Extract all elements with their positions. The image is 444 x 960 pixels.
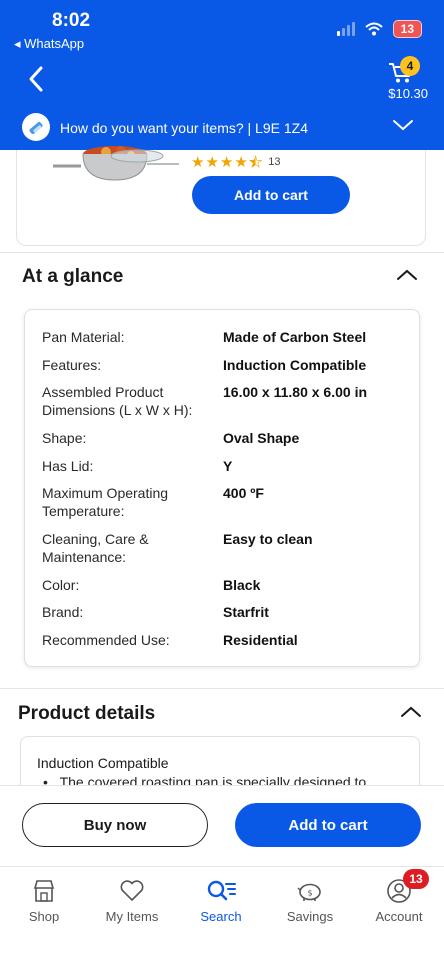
spec-label: Cleaning, Care & Maintenance: <box>42 531 149 565</box>
spec-value: Oval Shape <box>223 430 300 446</box>
spec-label: Features: <box>42 357 102 373</box>
tab-my-items[interactable]: My Items <box>92 877 172 924</box>
product-image <box>53 146 179 181</box>
star-icon: ★ <box>219 154 234 171</box>
star-icon: ★ <box>191 154 205 171</box>
heart-icon <box>120 880 144 901</box>
spec-value: 16.00 x 11.80 x 6.00 in <box>223 384 368 400</box>
cart-count-badge: 4 <box>400 56 420 76</box>
signal-icon <box>336 22 355 36</box>
star-icon: ★ <box>234 154 248 171</box>
cart-button[interactable]: 4 $10.30 <box>368 56 428 104</box>
cart-total: $10.30 <box>388 86 428 101</box>
spec-value: Induction Compatible <box>223 357 367 373</box>
spec-label: Assembled Product Dimensions (L x W x H)… <box>42 384 193 418</box>
spec-label: Color: <box>42 577 80 593</box>
product-details-title: Product details <box>18 703 156 724</box>
chevron-up-icon[interactable] <box>400 705 422 719</box>
specs-card: Pan Material: Made of Carbon Steel Featu… <box>24 309 420 667</box>
details-subtitle: Induction Compatible <box>37 755 169 771</box>
purchase-action-bar: Buy now Add to cart <box>0 785 444 865</box>
tab-label: Savings <box>286 909 334 924</box>
spec-value: Easy to clean <box>223 531 313 547</box>
piggy-bank-icon: $ <box>297 883 321 901</box>
buy-now-button[interactable]: Buy now <box>22 803 208 847</box>
divider <box>0 252 444 253</box>
divider <box>0 688 444 689</box>
tab-account[interactable]: Account 13 <box>359 869 439 924</box>
spec-label: Maximum Operating Temperature: <box>42 485 169 519</box>
tab-search[interactable]: Search <box>181 877 261 924</box>
back-button[interactable] <box>24 64 50 94</box>
spec-label: Recommended Use: <box>42 632 170 648</box>
account-notification-badge: 13 <box>403 869 429 889</box>
add-to-cart-button[interactable]: Add to cart <box>235 803 421 847</box>
shop-icon <box>33 880 55 902</box>
spec-label: Pan Material: <box>42 329 125 345</box>
spec-value: 400 ºF <box>223 485 264 501</box>
status-time: 8:02 <box>52 10 91 31</box>
spec-value: Starfrit <box>223 604 269 620</box>
tab-label: My Items <box>105 909 159 924</box>
back-to-whatsapp-link[interactable]: ◂ WhatsApp <box>14 36 84 52</box>
chevron-left-icon <box>29 66 43 92</box>
spec-value: Black <box>223 577 261 593</box>
search-icon <box>207 880 236 901</box>
rating-stars[interactable]: ★ ★ ★ ★ ★ 13 <box>191 153 281 172</box>
half-star-icon: ★ <box>248 154 263 172</box>
tab-label: Shop <box>28 909 60 924</box>
location-icon <box>22 113 50 141</box>
star-icon: ★ <box>205 154 219 171</box>
location-prompt: How do you want your items? | L9E 1Z4 <box>60 120 308 136</box>
app-header: 8:02 ◂ WhatsApp 13 4 $10.30 How do you w… <box>0 0 444 150</box>
at-a-glance-title: At a glance <box>22 266 124 287</box>
review-count: 13 <box>268 156 281 168</box>
tab-label: Account <box>375 909 423 924</box>
svg-text:$: $ <box>307 889 312 898</box>
add-to-cart-button-small[interactable]: Add to cart <box>192 176 350 214</box>
battery-indicator: 13 <box>392 20 422 38</box>
tab-savings[interactable]: $ Savings <box>270 877 350 924</box>
spec-value: Y <box>223 458 233 474</box>
spec-value: Made of Carbon Steel <box>223 329 367 345</box>
tab-shop[interactable]: Shop <box>4 877 84 924</box>
wifi-icon <box>364 22 383 36</box>
chevron-up-icon[interactable] <box>396 268 418 282</box>
spec-label: Has Lid: <box>42 458 94 474</box>
tab-label: Search <box>200 909 242 924</box>
spec-label: Brand: <box>42 604 84 620</box>
bottom-tab-bar: Shop My Items Search $ Savings Account 1… <box>0 866 444 960</box>
spec-value: Residential <box>223 632 298 648</box>
chevron-down-icon <box>393 120 413 131</box>
product-summary-card: ★ ★ ★ ★ ★ 13 Add to cart <box>16 146 426 246</box>
spec-label: Shape: <box>42 430 87 446</box>
status-indicators: 13 <box>336 20 422 38</box>
